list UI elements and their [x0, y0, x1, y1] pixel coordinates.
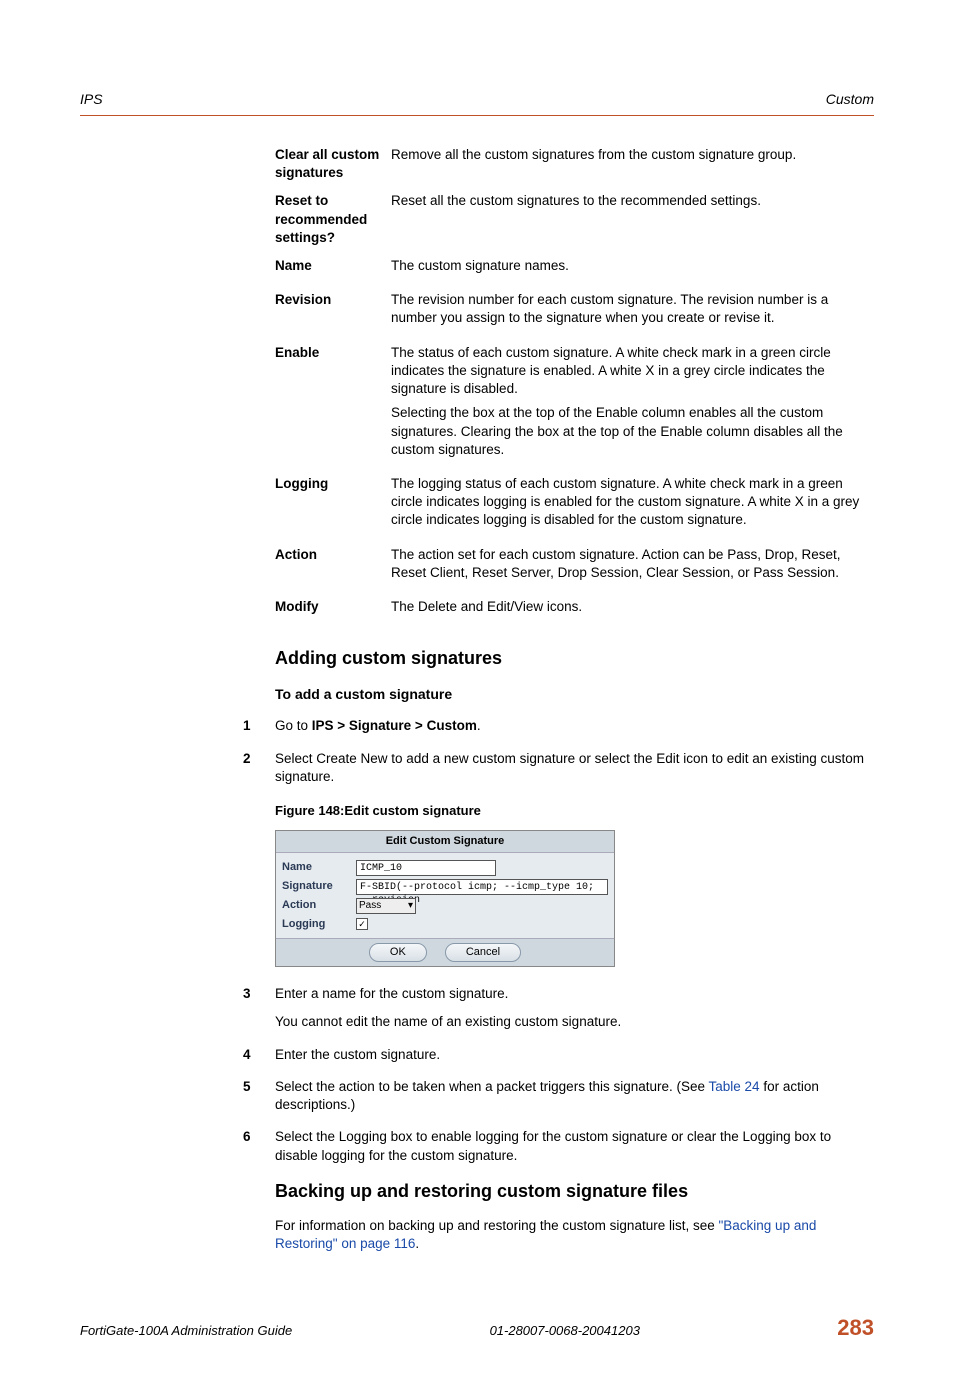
def-desc: The revision number for each custom sign… — [391, 291, 874, 333]
definition-list: Clear all custom signatures Remove all t… — [275, 146, 874, 622]
def-term: Name — [275, 257, 385, 281]
def-term: Modify — [275, 598, 385, 622]
def-term: Action — [275, 546, 385, 588]
header-left: IPS — [80, 90, 103, 109]
dialog-title: Edit Custom Signature — [276, 831, 614, 853]
main-content: Clear all custom signatures Remove all t… — [275, 146, 874, 1254]
step-3: 3 Enter a name for the custom signature.… — [243, 985, 874, 1031]
procedure-steps: 1 Go to IPS > Signature > Custom. 2 Sele… — [275, 717, 874, 1164]
def-desc: The logging status of each custom signat… — [391, 475, 874, 536]
def-desc: The custom signature names. — [391, 257, 874, 281]
footer-title: FortiGate-100A Administration Guide — [80, 1322, 292, 1340]
signature-label: Signature — [282, 879, 356, 894]
page-header: IPS Custom — [80, 90, 874, 109]
def-desc: The Delete and Edit/View icons. — [391, 598, 874, 622]
def-desc: The action set for each custom signature… — [391, 546, 874, 588]
def-desc: The status of each custom signature. A w… — [391, 344, 874, 465]
backup-paragraph: For information on backing up and restor… — [275, 1217, 874, 1253]
def-term: Enable — [275, 344, 385, 465]
edit-custom-signature-dialog: Edit Custom Signature Name ICMP_10 Signa… — [275, 830, 615, 968]
procedure-heading: To add a custom signature — [275, 685, 874, 704]
nav-path: IPS > Signature > Custom — [312, 718, 477, 733]
step-1: 1 Go to IPS > Signature > Custom. — [243, 717, 874, 735]
header-rule — [80, 115, 874, 116]
def-term: Reset to recommended settings? — [275, 192, 385, 247]
figure-caption: Figure 148:Edit custom signature — [275, 802, 874, 820]
page-number: 283 — [837, 1313, 874, 1343]
logging-label: Logging — [282, 917, 356, 932]
step-2: 2 Select Create New to add a new custom … — [243, 750, 874, 968]
section-heading-adding: Adding custom signatures — [275, 646, 874, 670]
step-4: 4 Enter the custom signature. — [243, 1046, 874, 1064]
def-desc: Remove all the custom signatures from th… — [391, 146, 874, 182]
logging-checkbox[interactable]: ✓ — [356, 918, 368, 930]
page-footer: FortiGate-100A Administration Guide 01-2… — [80, 1313, 874, 1343]
signature-input[interactable]: F-SBID(--protocol icmp; --icmp_type 10; … — [356, 879, 608, 895]
ok-button[interactable]: OK — [369, 943, 427, 962]
step-6: 6 Select the Logging box to enable loggi… — [243, 1128, 874, 1164]
footer-docid: 01-28007-0068-20041203 — [490, 1322, 640, 1340]
action-label: Action — [282, 898, 356, 913]
def-term: Clear all custom signatures — [275, 146, 385, 182]
header-right: Custom — [826, 90, 874, 109]
action-select[interactable]: Pass ▾ — [356, 898, 416, 914]
section-heading-backup: Backing up and restoring custom signatur… — [275, 1179, 874, 1203]
name-input[interactable]: ICMP_10 — [356, 860, 496, 876]
step-5: 5 Select the action to be taken when a p… — [243, 1078, 874, 1114]
cancel-button[interactable]: Cancel — [445, 943, 521, 962]
def-term: Revision — [275, 291, 385, 333]
name-label: Name — [282, 860, 356, 875]
chevron-down-icon: ▾ — [408, 899, 413, 913]
table-link[interactable]: Table 24 — [709, 1079, 760, 1094]
def-desc: Reset all the custom signatures to the r… — [391, 192, 874, 247]
def-term: Logging — [275, 475, 385, 536]
